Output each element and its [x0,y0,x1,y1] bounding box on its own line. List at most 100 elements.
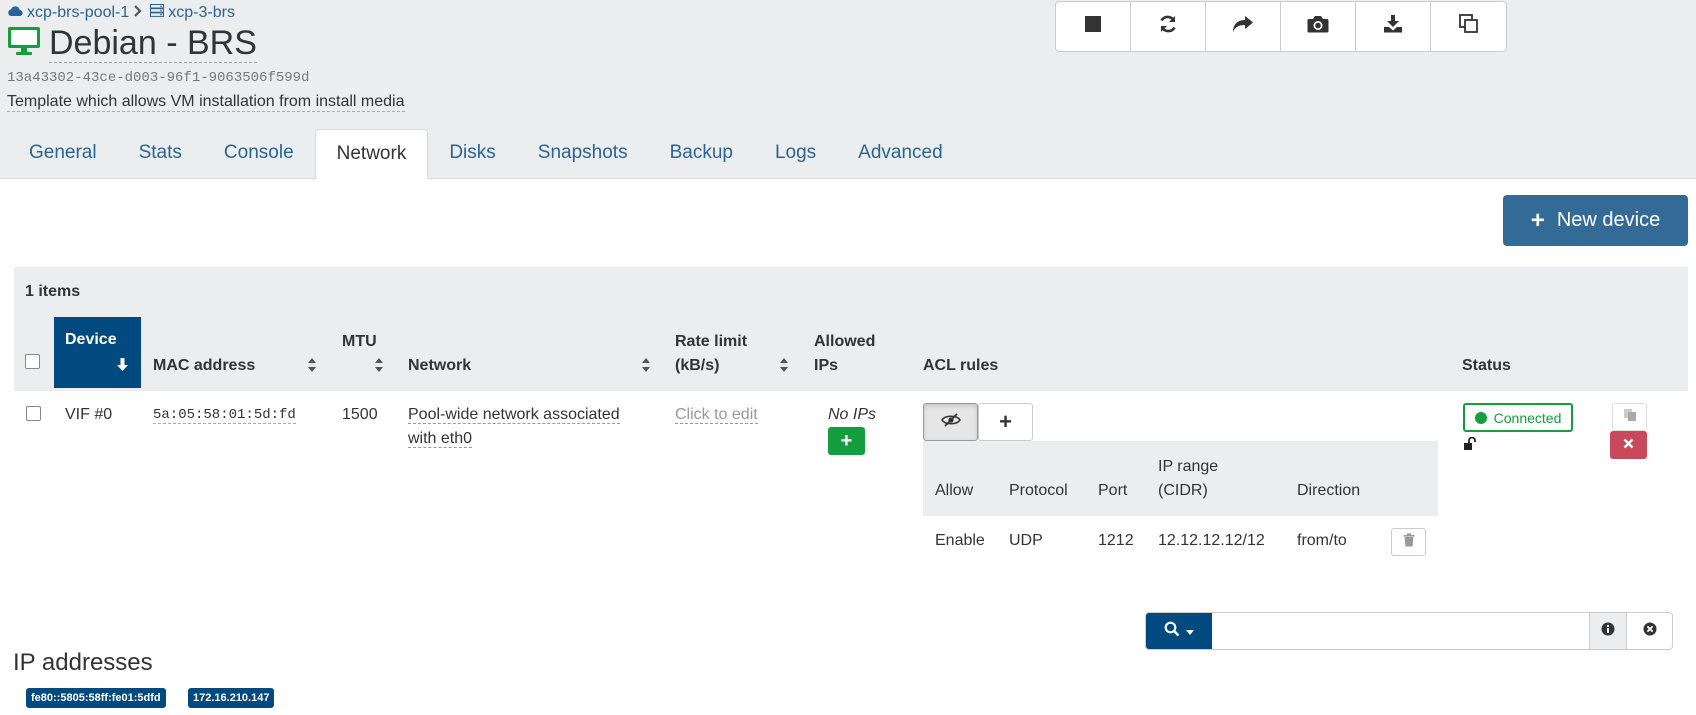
status-badge: Connected [1463,403,1573,432]
close-icon [1623,436,1634,454]
server-icon [150,4,168,22]
restart-icon [1158,14,1178,39]
delete-acl-rule-button[interactable] [1391,528,1426,556]
column-header-allowed-ips: Allowed IPs [814,330,875,378]
caret-down-icon [1186,622,1194,640]
acl-header-ip-range-line2: (CIDR) [1158,482,1208,499]
column-header-rate-limit[interactable]: Rate limit (kB/s) [675,330,747,378]
sort-icon[interactable] [307,357,317,376]
stop-icon [1084,15,1102,38]
tab-stats[interactable]: Stats [118,129,203,179]
delete-vif-button[interactable] [1610,431,1647,459]
search-group [1145,612,1673,650]
copy-icon [1458,14,1479,39]
acl-rule-direction: from/to [1297,532,1347,549]
sort-icon[interactable] [374,357,384,376]
eye-slash-icon [940,412,961,433]
sort-icon[interactable] [641,357,651,376]
column-header-network[interactable]: Network [408,354,471,378]
sort-icon[interactable] [779,357,789,376]
acl-header-ip-range: IP range (CIDR) [1158,455,1218,503]
search-help-button[interactable] [1589,613,1626,649]
add-ip-button[interactable]: + [828,427,865,455]
breadcrumb-host-link[interactable]: xcp-3-brs [168,4,235,22]
device-header-label: Device [65,331,117,348]
ip-addresses-title: IP addresses [13,649,153,676]
restart-button[interactable] [1131,2,1206,51]
monitor-icon [7,26,41,61]
row-mtu: 1500 [342,406,378,423]
tab-general[interactable]: General [8,129,118,179]
tab-disks[interactable]: Disks [428,129,516,179]
tab-network[interactable]: Network [314,129,429,179]
row-network[interactable]: Pool-wide network associated with eth0 [408,403,620,451]
export-icon [1383,15,1403,38]
acl-header-direction: Direction [1297,482,1361,499]
stop-button[interactable] [1056,2,1131,51]
tab-advanced[interactable]: Advanced [837,129,964,179]
allowed-ips-header-line2: IPs [814,357,839,374]
status-dot-icon [1474,411,1487,424]
copy-vm-button[interactable] [1431,2,1506,51]
tab-snapshots[interactable]: Snapshots [517,129,649,179]
copy-icon [1623,408,1637,427]
copy-vif-button[interactable] [1612,403,1647,431]
column-header-mtu[interactable]: MTU [342,330,377,354]
vm-actions-toolbar [1055,1,1507,52]
vm-title-row: Debian - BRS [7,24,257,63]
acl-rule-ip-range: 12.12.12.12/12 [1158,532,1265,549]
mac-value: 5a:05:58:01:5d:fd [153,407,296,424]
chevron-right-icon [134,4,146,22]
tab-backup[interactable]: Backup [649,129,754,179]
vm-tabs: General Stats Console Network Disks Snap… [8,129,964,179]
network-line1: Pool-wide network associated [408,406,620,424]
new-device-button[interactable]: + New device [1503,195,1688,246]
snapshot-button[interactable] [1281,2,1356,51]
snapshot-icon [1307,15,1329,38]
trash-icon [1403,532,1415,552]
rate-limit-value: Click to edit [675,406,758,424]
new-device-label: New device [1556,209,1661,231]
rate-limit-edit[interactable]: Click to edit [675,403,758,427]
items-count: 1 items [25,283,81,300]
lock-open-icon[interactable] [1463,436,1477,456]
search-icon [1164,621,1180,642]
export-button[interactable] [1356,2,1431,51]
status-label: Connected [1493,409,1562,426]
acl-rule-protocol: UDP [1009,532,1043,549]
acl-rule-port: 1212 [1098,532,1134,549]
tab-console[interactable]: Console [203,129,315,179]
allowed-ips-value: No IPs [828,406,877,423]
network-line2: with eth0 [408,430,473,448]
search-clear-button[interactable] [1626,613,1672,649]
vm-description[interactable]: Template which allows VM installation fr… [7,93,405,112]
row-checkbox[interactable] [26,406,41,421]
migrate-button[interactable] [1206,2,1281,51]
tab-logs[interactable]: Logs [754,129,837,179]
add-acl-rule-button[interactable]: + [978,403,1033,441]
acl-rule-allow: Enable [935,532,985,549]
vm-uuid: 13a43302-43ce-d003-96f1-9063506f599d [7,70,310,86]
breadcrumb-pool-link[interactable]: xcp-brs-pool-1 [27,4,129,22]
acl-header-protocol: Protocol [1009,482,1068,499]
search-input[interactable] [1212,613,1589,649]
info-icon [1601,622,1615,641]
acl-header-ip-range-line1: IP range [1158,458,1219,475]
vm-header: xcp-brs-pool-1 xcp-3-brs Debian - BRS 13… [0,0,1696,179]
select-all-checkbox[interactable] [25,354,40,369]
search-dropdown-button[interactable] [1146,613,1212,649]
row-device: VIF #0 [65,406,113,423]
column-header-acl-rules: ACL rules [923,357,999,374]
acl-header-port: Port [1098,482,1128,499]
cloud-icon [7,4,27,22]
toggle-acl-visibility-button[interactable] [923,403,978,441]
plus-icon: + [1530,206,1545,234]
rate-limit-header-line1: Rate limit [675,333,748,350]
column-header-status: Status [1462,357,1511,374]
row-mac-address[interactable]: 5a:05:58:01:5d:fd [153,402,296,427]
vm-name[interactable]: Debian - BRS [49,24,257,63]
column-header-device[interactable]: Device [54,317,141,388]
clear-icon [1643,622,1657,641]
column-header-mac[interactable]: MAC address [153,354,255,378]
migrate-icon [1232,15,1254,38]
